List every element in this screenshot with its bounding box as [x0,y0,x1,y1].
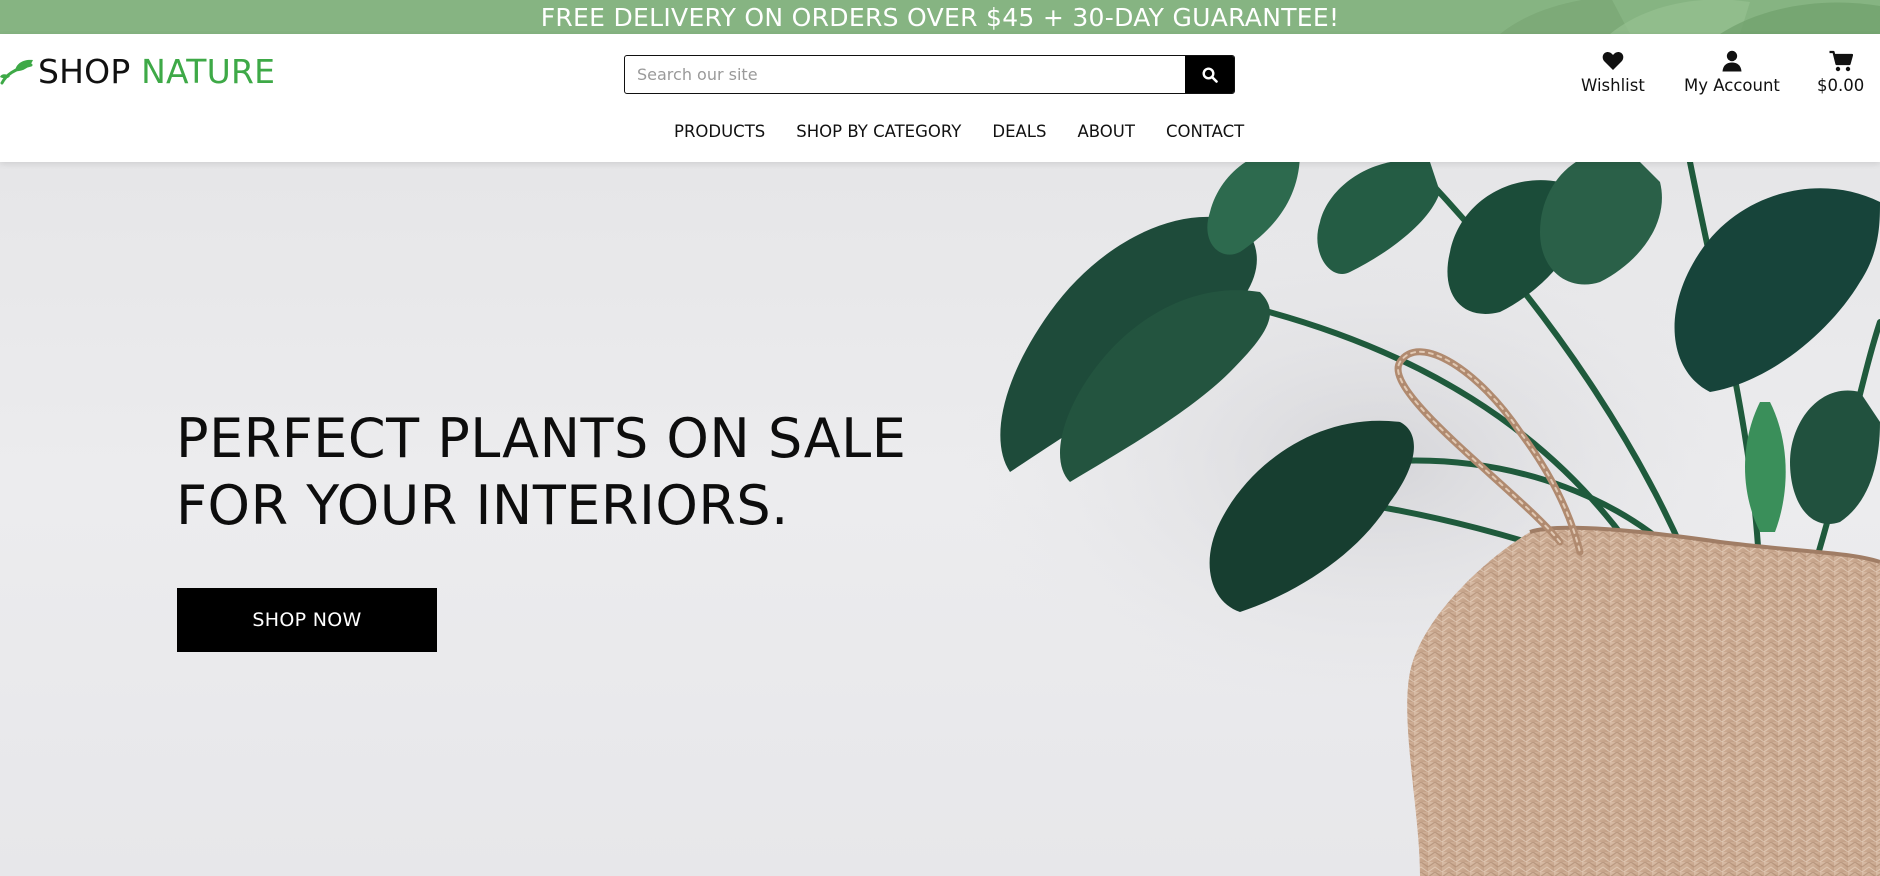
search-bar [624,55,1235,94]
hero-title-line2: FOR YOUR INTERIORS. [176,474,789,537]
search-icon [1201,66,1218,83]
wishlist-link[interactable]: Wishlist [1581,50,1645,95]
search-button[interactable] [1185,56,1234,93]
cart-icon [1829,50,1853,72]
promo-bar: FREE DELIVERY ON ORDERS OVER $45 + 30-DA… [0,0,1880,34]
hero-banner: PERFECT PLANTS ON SALE FOR YOUR INTERIOR… [0,162,1880,876]
promo-text: FREE DELIVERY ON ORDERS OVER $45 + 30-DA… [540,2,1340,32]
leaf-icon [0,59,33,84]
my-account-label: My Account [1684,76,1780,95]
nav-item-contact[interactable]: CONTACT [1166,122,1244,141]
main-nav: PRODUCTS SHOP BY CATEGORY DEALS ABOUT CO… [674,122,1244,141]
cart-total: $0.00 [1817,76,1865,95]
brand-name-part1: SHOP [38,52,131,91]
leaf-decoration-image [1500,0,1880,34]
hero-title-line1: PERFECT PLANTS ON SALE [176,407,907,470]
search-input[interactable] [625,56,1185,93]
shop-now-button[interactable]: SHOP NOW [177,588,437,652]
site-header: SHOP NATURE PRODUCTS SHOP BY CATEGORY DE… [0,34,1880,162]
heart-icon [1602,51,1624,70]
cart-link[interactable]: $0.00 [1817,50,1864,95]
nav-item-products[interactable]: PRODUCTS [674,122,765,141]
brand-name: SHOP NATURE [38,52,275,91]
user-icon [1722,50,1742,72]
hero-title: PERFECT PLANTS ON SALE FOR YOUR INTERIOR… [176,405,976,539]
nav-item-about[interactable]: ABOUT [1077,122,1134,141]
wishlist-label: Wishlist [1581,76,1645,95]
nav-item-deals[interactable]: DEALS [992,122,1046,141]
brand-logo[interactable]: SHOP NATURE [0,52,275,91]
nav-item-shop-by-category[interactable]: SHOP BY CATEGORY [796,122,961,141]
my-account-link[interactable]: My Account [1684,50,1780,95]
brand-name-part2: NATURE [141,52,276,91]
